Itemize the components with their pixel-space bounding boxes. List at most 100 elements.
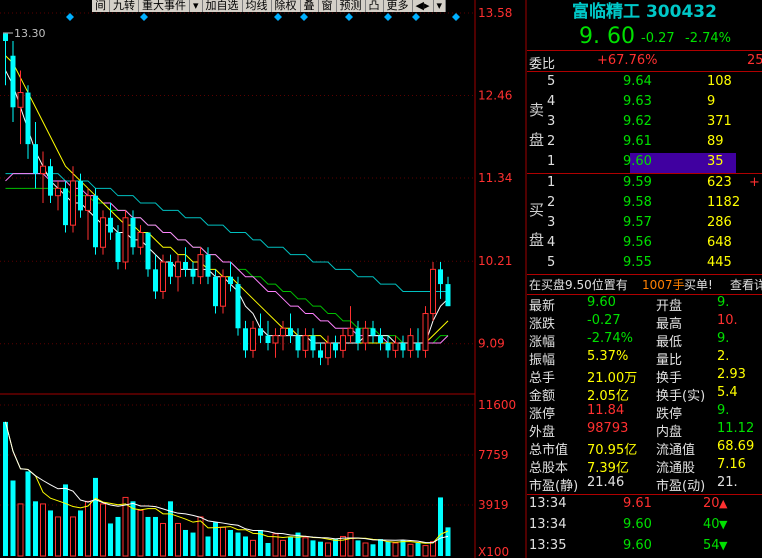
volume-bar <box>130 501 136 556</box>
candle-body <box>25 92 31 145</box>
quote-line: 9. 60 -0.27 -2.74% <box>527 24 762 49</box>
price-axis-label: 9.09 <box>478 337 505 351</box>
stat-label: 市盈(静) <box>529 479 579 494</box>
candle-body <box>310 335 316 351</box>
candle-body <box>318 350 323 358</box>
bid-level-3[interactable]: 3 9.57 286 <box>527 213 762 233</box>
candle-body <box>70 180 76 226</box>
volume-bar <box>55 516 61 557</box>
candle-body <box>422 313 429 351</box>
toolbar-button-5[interactable]: 均线 <box>242 0 272 12</box>
candle-body <box>228 276 233 285</box>
volume-bar <box>228 529 233 556</box>
price-axis-label: 13.58 <box>478 6 512 20</box>
toolbar-button-3[interactable]: ▾ <box>190 0 203 12</box>
bid-level-5[interactable]: 5 9.55 445 <box>527 253 762 273</box>
volume-bar <box>407 543 414 557</box>
ask-level: 3 <box>547 114 556 129</box>
stat-value: -2.74% <box>587 331 633 346</box>
candle-body <box>48 166 53 196</box>
volume-bar <box>310 540 316 556</box>
toolbar-button-1[interactable]: 九转 <box>110 0 139 12</box>
toolbar-button-0[interactable]: 间 <box>92 0 110 12</box>
toolbar-button-2[interactable]: 重大事件 <box>139 0 190 12</box>
bid-volume: 445 <box>707 255 732 270</box>
candle-body <box>415 343 421 351</box>
candle-body <box>10 55 16 108</box>
candle-body <box>385 343 391 351</box>
tick-price: 9.61 <box>623 496 652 511</box>
kline-chart[interactable]: 13.58 12.46 11.34 10.21 9.09 11600 7759 3919 X10… <box>0 0 527 558</box>
volume-bar <box>288 536 293 556</box>
bid-level-2[interactable]: 2 9.58 1182 <box>527 193 762 213</box>
position-alert[interactable]: 在买盘9.50位置有 1007手 买单! 查看详 <box>527 274 762 294</box>
toolbar-button-13[interactable]: ▾ <box>433 0 447 12</box>
stat-value-right: 9. <box>717 403 730 418</box>
tick-row: 13:34 9.60 40 ▼ <box>527 515 762 535</box>
volume-bar <box>93 477 98 556</box>
candle-body <box>347 327 354 337</box>
toolbar-button-8[interactable]: 窗 <box>318 0 337 12</box>
ask-price: 9.63 <box>623 94 652 109</box>
stat-row: 涨跌 -0.27 最高 10. <box>527 312 762 332</box>
candle-body <box>302 335 309 351</box>
volume-bar <box>108 523 113 556</box>
sell-side-label-block: 卖盘 <box>529 95 544 155</box>
ask-level-3[interactable]: 3 9.62 371 <box>527 112 762 132</box>
ask-volume: 371 <box>707 114 732 129</box>
toolbar-button-10[interactable]: 凸 <box>365 0 384 12</box>
tick-row: 13:34 9.61 20 ▲ <box>527 494 762 514</box>
ask-level-4[interactable]: 4 9.63 9 <box>527 92 762 112</box>
volume-bar <box>85 500 91 557</box>
toolbar-button-6[interactable]: 除权 <box>271 0 301 12</box>
toolbar-button-9[interactable]: 预测 <box>336 0 366 12</box>
stat-value: 21.46 <box>587 475 625 490</box>
stat-value: 11.84 <box>587 403 625 418</box>
stat-value-right: 5.4 <box>717 385 738 400</box>
ask-level-2[interactable]: 2 9.61 89 <box>527 132 762 152</box>
bid-level: 3 <box>547 215 556 230</box>
candle-body <box>85 195 91 211</box>
price-axis-label: 10.21 <box>478 254 512 268</box>
candle-body <box>115 232 121 262</box>
event-marker <box>384 13 392 21</box>
high-price-marker: 13.30 <box>14 27 46 40</box>
bid-level-4[interactable]: 4 9.56 648 <box>527 233 762 253</box>
stock-name: 富临精工 300432 <box>572 2 717 22</box>
candle-body <box>295 335 301 351</box>
stat-value: 98793 <box>587 421 629 436</box>
toolbar-button-11[interactable]: 更多 <box>383 0 413 12</box>
buy-side-label: 买 <box>529 201 545 219</box>
position-link[interactable]: 查看详 <box>730 276 762 293</box>
bid-level-1[interactable]: 1 9.59 623 + <box>527 173 762 193</box>
volume-bar <box>355 540 361 556</box>
down-arrow-icon: ▼ <box>719 539 728 552</box>
volume-bar <box>362 542 369 557</box>
event-marker <box>300 13 308 21</box>
tick-volume: 54 <box>703 538 720 553</box>
volume-bar <box>48 510 53 556</box>
toolbar-button-7[interactable]: 叠 <box>300 0 319 12</box>
stat-row: 最新 9.60 开盘 9. <box>527 294 762 314</box>
price-change-pct: -2.74% <box>685 31 731 46</box>
candle-body <box>175 261 181 278</box>
ask-price: 9.64 <box>623 74 652 89</box>
candle-body <box>280 327 286 337</box>
ask-level-5[interactable]: 5 9.64 108 <box>527 72 762 92</box>
candle-body <box>55 187 61 197</box>
price-change: -0.27 <box>641 31 675 46</box>
toolbar-button-12[interactable]: ◀▸ <box>412 0 434 12</box>
stat-value-right: 9. <box>717 331 730 346</box>
candle-body <box>265 335 271 344</box>
stat-row: 市盈(静) 21.46 市盈(动) 21. <box>527 474 762 494</box>
candle-body <box>250 327 256 351</box>
ask-level-1[interactable]: 1 9.60 35 <box>527 152 762 172</box>
candle-body <box>325 342 331 359</box>
toolbar-button-4[interactable]: 加自选 <box>202 0 243 12</box>
candle-body <box>3 33 8 41</box>
sell-side-label: 盘 <box>529 131 545 149</box>
candle-body <box>213 276 218 307</box>
candle-body <box>362 327 369 344</box>
chart-toolbar: 间九转 重大事件 ▾ 加自选 均线 除权叠窗预测凸更多 ◀▸ ▾ <box>92 0 447 12</box>
candle-body <box>288 328 293 336</box>
